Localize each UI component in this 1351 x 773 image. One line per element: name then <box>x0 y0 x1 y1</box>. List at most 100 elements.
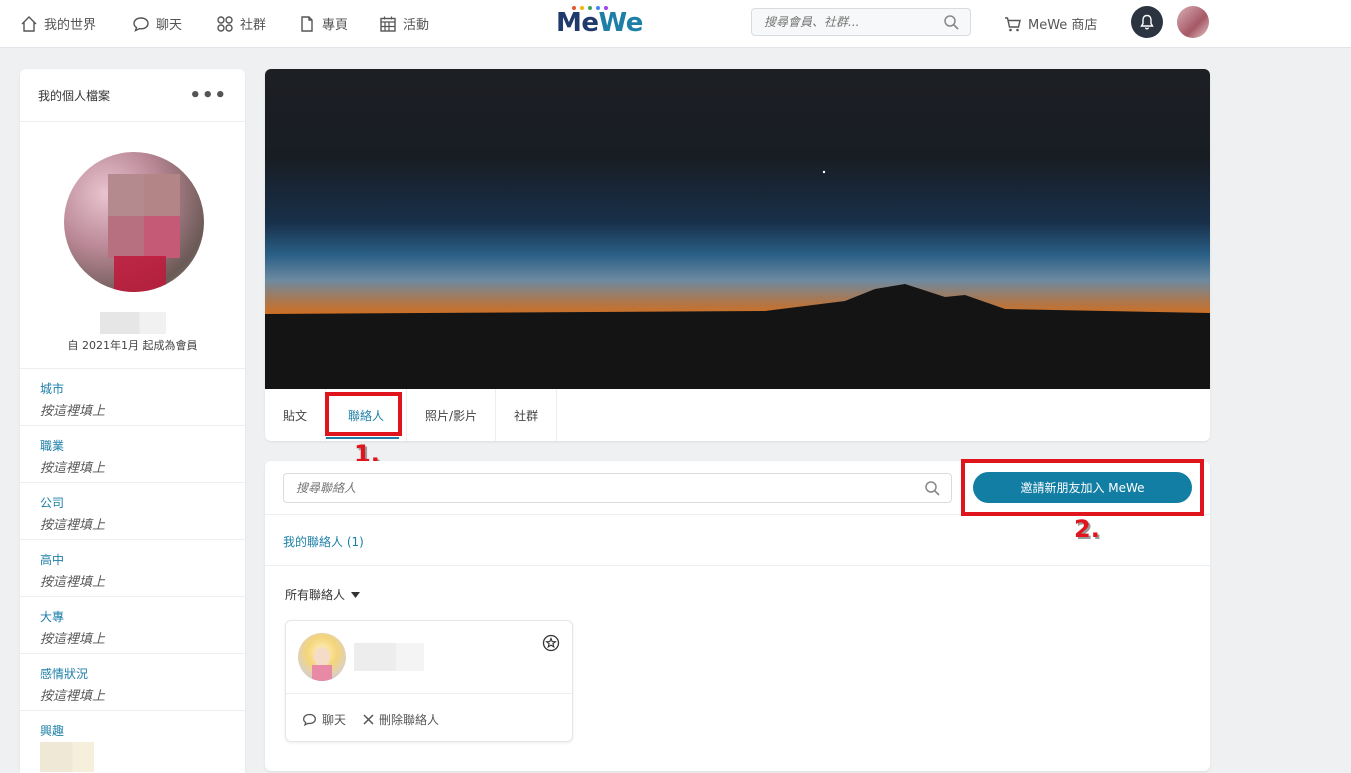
chat-label: 聊天 <box>322 713 347 727</box>
field-label: 感情狀況 <box>40 667 89 681</box>
more-options-icon[interactable]: ••• <box>189 85 227 106</box>
page-icon <box>301 15 313 32</box>
annotation-marker-2: 2. <box>1074 515 1100 543</box>
divider <box>265 565 1210 566</box>
profile-field-city: 城市 按這裡填上 <box>20 368 245 419</box>
avatar-blur-block <box>144 216 180 258</box>
member-since-text: 自 2021年1月 起成為會員 <box>67 339 198 352</box>
contact-card: 聊天 刪除聯絡人 <box>285 620 573 742</box>
shop-label: MeWe 商店 <box>1028 18 1098 33</box>
shopping-cart-icon <box>1005 16 1021 31</box>
user-avatar[interactable] <box>1177 6 1209 38</box>
logo-me-text: Me <box>556 8 599 38</box>
mewe-logo[interactable]: MeWe <box>556 8 643 38</box>
invite-friends-button[interactable]: 邀請新朋友加入 MeWe <box>973 472 1192 503</box>
avatar-blur-block <box>108 174 144 216</box>
tab-label: 社群 <box>514 408 539 423</box>
avatar-blur-block <box>144 174 180 216</box>
field-value[interactable]: 按這裡填上 <box>40 400 225 419</box>
mewe-shop-link[interactable]: MeWe 商店 <box>1004 14 1097 33</box>
nav-events[interactable]: 活動 <box>379 14 429 33</box>
cover-card: 貼文 聯絡人 照片/影片 社群 <box>265 69 1210 441</box>
profile-name-redacted <box>100 312 166 334</box>
bell-icon <box>1140 14 1154 30</box>
nav-events-label: 活動 <box>403 18 430 33</box>
tab-photos-videos[interactable]: 照片/影片 <box>407 389 497 441</box>
profile-field-company: 公司 按這裡填上 <box>20 482 245 533</box>
field-value[interactable]: 按這裡填上 <box>40 514 225 533</box>
nav-my-world-label: 我的世界 <box>44 18 97 33</box>
tab-label: 聯絡人 <box>348 408 385 423</box>
divider <box>286 693 572 694</box>
nav-groups[interactable]: 社群 <box>216 14 266 33</box>
field-label: 大專 <box>40 610 65 624</box>
nav-chat[interactable]: 聊天 <box>132 14 182 33</box>
profile-field-occupation: 職業 按這裡填上 <box>20 425 245 476</box>
mountain-silhouette <box>265 170 1210 389</box>
filter-label: 所有聯絡人 <box>285 588 346 602</box>
profile-field-interests: 興趣 <box>20 710 245 772</box>
notifications-button[interactable] <box>1131 6 1163 38</box>
profile-avatar[interactable] <box>64 152 204 292</box>
field-value[interactable]: 按這裡填上 <box>40 628 225 647</box>
search-icon[interactable] <box>924 480 941 497</box>
field-value[interactable]: 按這裡填上 <box>40 685 225 704</box>
contact-search-input[interactable] <box>284 474 904 502</box>
search-icon[interactable] <box>943 14 960 31</box>
profile-card: 我的個人檔案 ••• 自 2021年1月 起成為會員 城市 按這裡填上 職業 按… <box>20 69 245 773</box>
avatar-face <box>314 647 330 667</box>
top-navigation-bar: 我的世界 聊天 社群 專頁 活動 MeWe MeWe 商店 <box>0 0 1351 48</box>
field-label: 高中 <box>40 553 65 567</box>
groups-icon <box>217 15 233 32</box>
profile-card-header: 我的個人檔案 ••• <box>20 69 245 122</box>
logo-we-text: We <box>598 8 644 38</box>
tab-contacts[interactable]: 聯絡人 <box>326 389 408 441</box>
field-label: 興趣 <box>40 724 65 738</box>
field-label: 職業 <box>40 439 65 453</box>
divider <box>265 514 1210 515</box>
interests-redacted <box>40 742 94 772</box>
home-icon <box>21 15 37 32</box>
contact-name-redacted <box>354 643 424 671</box>
all-contacts-filter[interactable]: 所有聯絡人 <box>285 586 361 603</box>
chat-bubble-icon <box>133 16 149 32</box>
tab-groups[interactable]: 社群 <box>496 389 558 441</box>
logo-dots <box>572 6 608 10</box>
nav-my-world[interactable]: 我的世界 <box>20 14 96 33</box>
avatar-dress <box>312 665 332 681</box>
tab-posts[interactable]: 貼文 <box>265 389 327 441</box>
field-value[interactable]: 按這裡填上 <box>40 571 225 590</box>
tab-label: 貼文 <box>283 408 308 423</box>
cover-photo[interactable] <box>265 69 1210 389</box>
avatar-figure <box>114 256 166 292</box>
close-icon <box>363 714 374 725</box>
nav-pages[interactable]: 專頁 <box>298 14 348 33</box>
field-label: 城市 <box>40 382 65 396</box>
chat-bubble-icon <box>303 713 316 727</box>
tab-label: 照片/影片 <box>425 408 478 423</box>
nav-groups-label: 社群 <box>240 18 267 33</box>
profile-card-title: 我的個人檔案 <box>38 88 111 103</box>
remove-label: 刪除聯絡人 <box>379 713 440 727</box>
contact-chat-button[interactable]: 聊天 <box>302 711 346 728</box>
active-tab-indicator <box>326 437 399 439</box>
contacts-card: 邀請新朋友加入 MeWe 我的聯絡人 (1) 所有聯絡人 聊天 刪除聯絡人 <box>265 461 1210 771</box>
star-favorite-icon[interactable] <box>542 634 560 652</box>
remove-contact-button[interactable]: 刪除聯絡人 <box>363 711 439 728</box>
top-search-input[interactable] <box>752 9 932 35</box>
contact-avatar[interactable] <box>298 633 346 681</box>
profile-field-high-school: 高中 按這裡填上 <box>20 539 245 590</box>
avatar-blur-block <box>108 216 144 258</box>
profile-field-relationship: 感情狀況 按這裡填上 <box>20 653 245 704</box>
nav-chat-label: 聊天 <box>156 18 183 33</box>
caret-down-icon <box>351 591 361 598</box>
field-value[interactable]: 按這裡填上 <box>40 457 225 476</box>
profile-tabs: 貼文 聯絡人 照片/影片 社群 <box>265 389 558 441</box>
profile-field-college: 大專 按這裡填上 <box>20 596 245 647</box>
contact-search-box <box>283 473 952 503</box>
top-search-box <box>751 8 971 36</box>
nav-pages-label: 專頁 <box>322 18 349 33</box>
field-label: 公司 <box>40 496 65 510</box>
calendar-icon <box>380 16 396 32</box>
my-contacts-count[interactable]: 我的聯絡人 (1) <box>283 533 364 550</box>
